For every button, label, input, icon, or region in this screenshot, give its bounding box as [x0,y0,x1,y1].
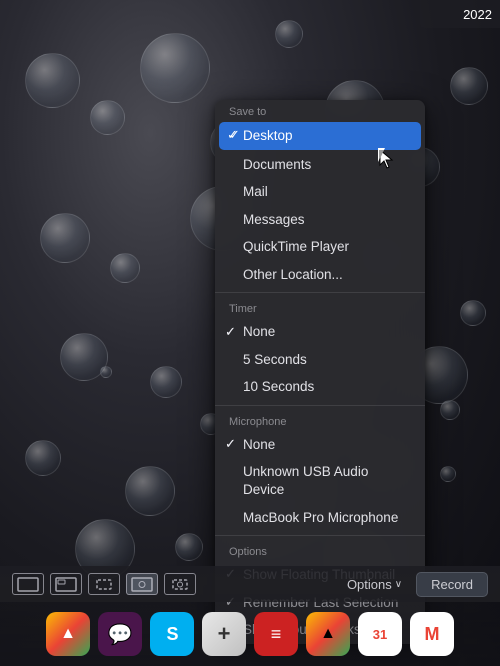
save-to-quicktime[interactable]: QuickTime Player [215,233,425,261]
options-button[interactable]: Options ∨ [339,574,410,595]
record-button[interactable]: Record [416,572,488,597]
calendar-icon[interactable]: 31 [358,612,402,656]
save-to-header: Save to [215,100,425,121]
dock-bar: Options ∨ Record ▲ 💬 S + ≡ ▲ 31 M [0,566,500,666]
video-fullscreen-icon[interactable] [126,573,158,595]
check-icon: ✓ [225,324,236,341]
check-icon: ✓ [229,127,240,144]
dock-icons-row: ▲ 💬 S + ≡ ▲ 31 M [0,602,500,666]
divider-3 [215,535,425,536]
crossover-icon[interactable]: + [202,612,246,656]
divider-1 [215,292,425,293]
dropdown-menu: Save to ✓ Desktop Documents Mail Message… [215,100,425,644]
slack-icon[interactable]: 💬 [98,612,142,656]
app-icon[interactable]: ≡ [254,612,298,656]
save-to-documents[interactable]: Documents [215,151,425,179]
timer-10s[interactable]: 10 Seconds [215,373,425,401]
video-region-icon[interactable] [164,573,196,595]
timer-header: Timer [215,297,425,318]
divider-2 [215,405,425,406]
toolbar-row: Options ∨ Record [0,566,500,602]
check-icon: ✓ [225,436,236,453]
mic-macbook[interactable]: MacBook Pro Microphone [215,504,425,532]
google-drive-icon[interactable]: ▲ [46,612,90,656]
gmail-icon[interactable]: M [410,612,454,656]
google-drive2-icon[interactable]: ▲ [306,612,350,656]
mic-usb[interactable]: Unknown USB Audio Device [215,458,425,503]
timer-5s[interactable]: 5 Seconds [215,346,425,374]
region-icon[interactable] [88,573,120,595]
mic-none[interactable]: ✓ None [215,431,425,459]
options-header: Options [215,540,425,561]
save-to-mail[interactable]: Mail [215,178,425,206]
year-display: 2022 [463,7,492,22]
skype-icon[interactable]: S [150,612,194,656]
save-to-messages[interactable]: Messages [215,206,425,234]
window-icon[interactable] [50,573,82,595]
microphone-header: Microphone [215,410,425,431]
menu-bar: 2022 [420,0,500,28]
fullscreen-icon[interactable] [12,573,44,595]
timer-none[interactable]: ✓ None [215,318,425,346]
save-to-other[interactable]: Other Location... [215,261,425,289]
save-to-desktop[interactable]: ✓ Desktop [219,122,421,150]
